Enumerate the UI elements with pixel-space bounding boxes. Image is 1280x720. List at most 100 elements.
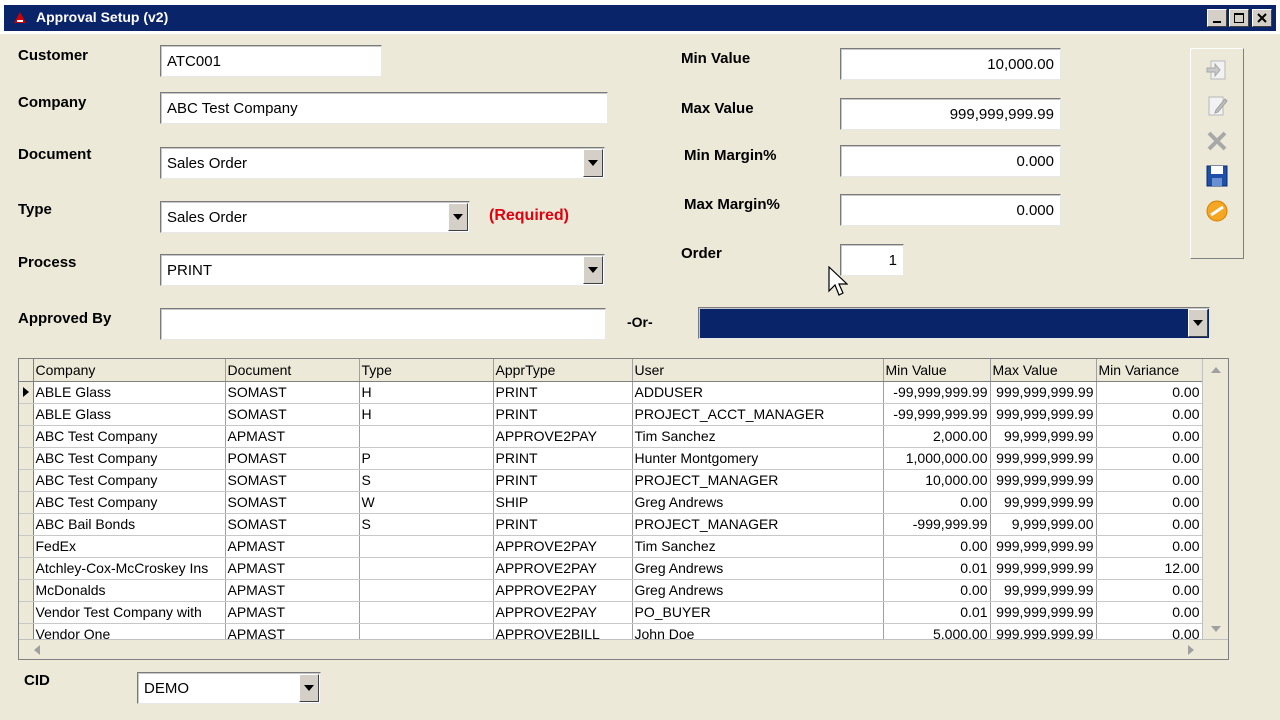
cell-max-value[interactable]: 999,999,999.99 <box>990 403 1097 426</box>
cell-document[interactable]: APMAST <box>225 535 360 558</box>
cell-user[interactable]: ADDUSER <box>632 381 884 404</box>
cell-user[interactable]: Hunter Montgomery <box>632 447 884 470</box>
cell-apprtype[interactable]: PRINT <box>493 447 633 470</box>
cell-min-value[interactable]: 0.01 <box>883 557 991 580</box>
min-margin-field[interactable]: 0.000 <box>840 145 1061 177</box>
approval-grid[interactable]: Company Document Type ApprType User Min … <box>18 358 1229 660</box>
order-field[interactable]: 1 <box>840 244 904 276</box>
column-header-user[interactable]: User <box>632 359 884 382</box>
row-selector[interactable] <box>19 491 34 514</box>
new-record-button[interactable] <box>1200 55 1234 87</box>
cell-user[interactable]: PROJECT_MANAGER <box>632 469 884 492</box>
row-selector[interactable] <box>19 601 34 624</box>
table-row[interactable]: ABC Test Company SOMAST S PRINT PROJECT_MANA… <box>19 469 1203 492</box>
column-header-min-value[interactable]: Min Value <box>883 359 991 382</box>
row-selector[interactable] <box>19 447 34 470</box>
cell-min-variance[interactable]: 0.00 <box>1096 447 1203 470</box>
type-dropdown[interactable]: Sales Order <box>160 201 470 233</box>
scroll-down-button[interactable] <box>1206 620 1226 638</box>
row-selector[interactable] <box>19 425 34 448</box>
cell-max-value[interactable]: 999,999,999.99 <box>990 447 1097 470</box>
cell-user[interactable]: Greg Andrews <box>632 557 884 580</box>
cell-max-value[interactable]: 999,999,999.99 <box>990 469 1097 492</box>
cell-min-value[interactable]: -999,999.99 <box>883 513 991 536</box>
row-selector[interactable] <box>19 579 34 602</box>
scroll-right-button[interactable] <box>1181 641 1201 659</box>
cell-min-variance[interactable]: 0.00 <box>1096 513 1203 536</box>
window-title-bar[interactable]: Approval Setup (v2) <box>0 0 1280 34</box>
cell-max-value[interactable]: 99,999,999.99 <box>990 579 1097 602</box>
maximize-button[interactable] <box>1229 9 1249 27</box>
cell-type[interactable]: P <box>359 447 494 470</box>
cell-document[interactable]: SOMAST <box>225 403 360 426</box>
cell-type[interactable]: W <box>359 491 494 514</box>
process-dropdown[interactable]: PRINT <box>160 254 605 286</box>
delete-button[interactable] <box>1200 125 1234 157</box>
vertical-scrollbar[interactable] <box>1202 359 1228 639</box>
table-row[interactable]: Atchley-Cox-McCroskey Ins APMAST APPROVE2P… <box>19 557 1203 580</box>
row-selector[interactable] <box>19 381 34 404</box>
cell-type[interactable] <box>359 557 494 580</box>
cell-type[interactable] <box>359 579 494 602</box>
row-selector[interactable] <box>19 535 34 558</box>
cell-min-value[interactable]: -99,999,999.99 <box>883 403 991 426</box>
cell-document[interactable]: SOMAST <box>225 491 360 514</box>
cell-min-variance[interactable]: 0.00 <box>1096 469 1203 492</box>
column-header-max-value[interactable]: Max Value <box>990 359 1097 382</box>
cell-min-value[interactable]: 0.00 <box>883 535 991 558</box>
cell-document[interactable]: SOMAST <box>225 469 360 492</box>
minimize-button[interactable] <box>1207 9 1227 27</box>
cell-min-value[interactable]: 0.01 <box>883 601 991 624</box>
cell-apprtype[interactable]: APPROVE2PAY <box>493 601 633 624</box>
row-selector[interactable] <box>19 513 34 536</box>
cell-document[interactable]: SOMAST <box>225 381 360 404</box>
column-header-company[interactable]: Company <box>33 359 226 382</box>
table-row[interactable]: McDonalds APMAST APPROVE2PAY Greg Andrews 0.… <box>19 579 1203 602</box>
table-row[interactable]: ABLE Glass SOMAST H PRINT ADDUSER -99,999,999… <box>19 381 1203 404</box>
cell-min-variance[interactable]: 0.00 <box>1096 535 1203 558</box>
column-header-min-variance[interactable]: Min Variance <box>1096 359 1203 382</box>
cell-type[interactable]: S <box>359 469 494 492</box>
cell-apprtype[interactable]: PRINT <box>493 381 633 404</box>
row-selector[interactable] <box>19 557 34 580</box>
cancel-button[interactable] <box>1200 195 1234 227</box>
document-dropdown-button[interactable] <box>583 149 603 177</box>
cell-min-variance[interactable]: 0.00 <box>1096 491 1203 514</box>
cell-max-value[interactable]: 999,999,999.99 <box>990 535 1097 558</box>
table-row[interactable]: ABC Bail Bonds SOMAST S PRINT PROJECT_MANAGE… <box>19 513 1203 536</box>
cell-company[interactable]: ABLE Glass <box>33 403 226 426</box>
cell-company[interactable]: Vendor Test Company with <box>33 601 226 624</box>
cell-company[interactable]: ABC Test Company <box>33 425 226 448</box>
cell-min-variance[interactable]: 0.00 <box>1096 425 1203 448</box>
cell-document[interactable]: APMAST <box>225 557 360 580</box>
column-header-document[interactable]: Document <box>225 359 360 382</box>
cell-document[interactable]: POMAST <box>225 447 360 470</box>
type-dropdown-button[interactable] <box>448 203 468 231</box>
cell-apprtype[interactable]: APPROVE2PAY <box>493 579 633 602</box>
cell-company[interactable]: ABC Test Company <box>33 491 226 514</box>
cell-max-value[interactable]: 999,999,999.99 <box>990 601 1097 624</box>
approver-group-dropdown[interactable] <box>698 307 1210 339</box>
cell-user[interactable]: Greg Andrews <box>632 491 884 514</box>
column-header-apprtype[interactable]: ApprType <box>493 359 633 382</box>
approved-by-input[interactable] <box>167 314 599 334</box>
cell-min-variance[interactable]: 0.00 <box>1096 601 1203 624</box>
cell-max-value[interactable]: 9,999,999.00 <box>990 513 1097 536</box>
document-dropdown[interactable]: Sales Order <box>160 147 605 179</box>
company-field[interactable]: ABC Test Company <box>160 92 608 124</box>
cell-min-value[interactable]: 0.00 <box>883 579 991 602</box>
column-header-type[interactable]: Type <box>359 359 494 382</box>
cell-document[interactable]: APMAST <box>225 579 360 602</box>
scroll-up-button[interactable] <box>1206 361 1226 379</box>
cell-min-value[interactable]: 1,000,000.00 <box>883 447 991 470</box>
cell-user[interactable]: PROJECT_MANAGER <box>632 513 884 536</box>
cell-min-variance[interactable]: 0.00 <box>1096 579 1203 602</box>
max-value-field[interactable]: 999,999,999.99 <box>840 98 1061 130</box>
cell-type[interactable]: S <box>359 513 494 536</box>
cell-type[interactable]: H <box>359 381 494 404</box>
save-button[interactable] <box>1200 160 1234 192</box>
cid-dropdown[interactable]: DEMO <box>137 672 321 704</box>
min-value-field[interactable]: 10,000.00 <box>840 48 1061 80</box>
scroll-left-button[interactable] <box>27 641 47 659</box>
table-row[interactable]: ABC Test Company SOMAST W SHIP Greg Andrews 0… <box>19 491 1203 514</box>
